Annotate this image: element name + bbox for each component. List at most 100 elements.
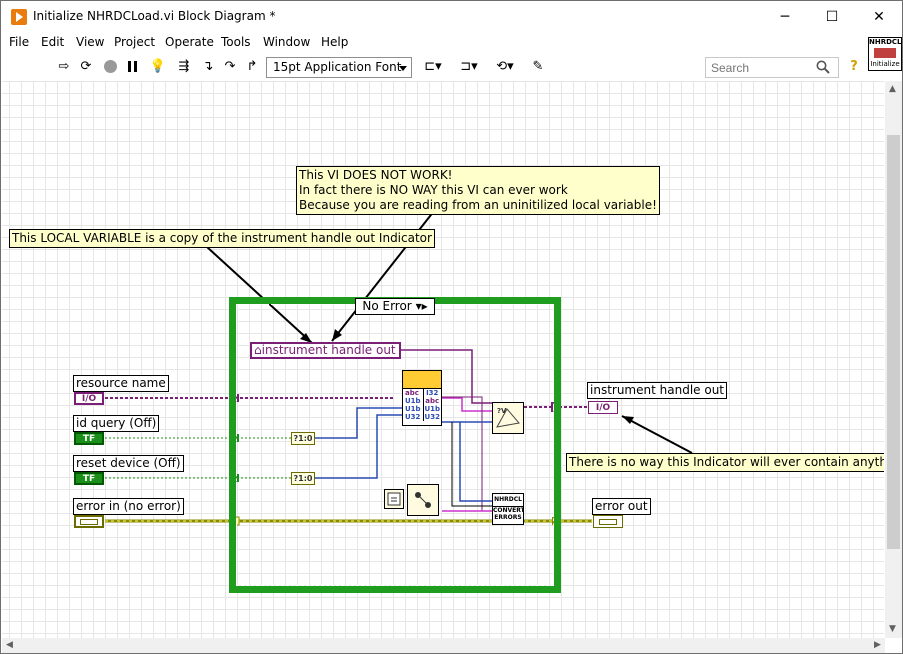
scroll-left-icon[interactable]: ◀: [6, 640, 13, 650]
run-arrow-icon[interactable]: ⇨: [55, 57, 73, 75]
pin-i32: I32: [426, 389, 439, 397]
cleanup-diagram-icon[interactable]: ✎: [527, 57, 549, 75]
init-subvi-node[interactable]: ?V: [492, 402, 524, 434]
id-query-control[interactable]: TF: [74, 432, 104, 445]
font-selector[interactable]: 15pt Application Font: [266, 57, 412, 78]
warning-note-line-3: Because you are reading from an uninitil…: [299, 198, 657, 212]
step-into-icon[interactable]: ↴: [199, 57, 217, 75]
reset-device-label: reset device (Off): [73, 455, 184, 472]
node-pins-right: I32 abc U1b U32: [422, 389, 442, 421]
menu-operate[interactable]: Operate: [165, 35, 214, 49]
search-input[interactable]: [711, 61, 811, 75]
pin-abc: abc: [405, 389, 419, 397]
labview-app-icon: [11, 9, 27, 25]
vi-icon-graphic: [874, 48, 896, 58]
cluster-icon: [80, 518, 98, 525]
scroll-right-icon[interactable]: ▶: [874, 640, 881, 650]
resource-name-label: resource name: [73, 375, 169, 392]
block-diagram-canvas[interactable]: No Error ▾▸ ⌂instrument handle out resou…: [2, 81, 884, 638]
highlight-execution-icon[interactable]: 💡: [149, 57, 167, 75]
title-bar: Initialize NHRDCLoad.vi Block Diagram * …: [1, 1, 902, 33]
node-pins-left: abc U1b U1b U32: [403, 389, 423, 421]
error-node-line-2: CONVERT: [493, 506, 524, 514]
error-in-label: error in (no error): [73, 498, 184, 515]
chevron-down-icon: [399, 66, 407, 71]
pin-u32-out: U32: [424, 413, 440, 421]
pin-u32: U32: [405, 413, 421, 421]
horizontal-scrollbar[interactable]: ◀ ▶: [2, 638, 885, 653]
window-title: Initialize NHRDCLoad.vi Block Diagram *: [33, 9, 276, 23]
run-continuously-icon[interactable]: ⟳: [77, 57, 95, 75]
pin-u1b-1: U1b: [405, 397, 421, 405]
maximize-button[interactable]: ☐: [809, 1, 855, 33]
warning-note-line-2: In fact there is NO WAY this VI can ever…: [299, 183, 568, 197]
select-node-1[interactable]: ?1:0: [291, 432, 315, 445]
search-box[interactable]: [705, 57, 839, 78]
close-button[interactable]: ✕: [856, 1, 902, 33]
convert-errors-node[interactable]: NHRDCL CONVERT ERRORS: [492, 493, 524, 525]
init-subvi-icon: ?V: [496, 407, 520, 428]
step-over-icon[interactable]: ↷: [221, 57, 239, 75]
pin-u1b-out: U1b: [424, 405, 441, 413]
resource-name-control[interactable]: I/O: [74, 392, 104, 405]
visa-icon: [403, 371, 441, 389]
property-icon: [415, 492, 431, 508]
align-objects-icon[interactable]: ⊏▾: [421, 57, 445, 75]
abort-icon[interactable]: [101, 57, 119, 75]
reorder-icon[interactable]: ⟲▾: [493, 57, 517, 75]
search-icon[interactable]: [816, 60, 830, 74]
menu-file[interactable]: File: [9, 35, 29, 49]
labview-window: Initialize NHRDCLoad.vi Block Diagram * …: [0, 0, 903, 654]
warning-note-line-1: This VI DOES NOT WORK!: [299, 168, 453, 182]
reference-node[interactable]: [384, 489, 404, 509]
select-node-2[interactable]: ?1:0: [291, 472, 315, 485]
error-out-indicator[interactable]: [593, 515, 623, 528]
menu-view[interactable]: View: [76, 35, 104, 49]
menu-bar: File Edit View Project Operate Tools Win…: [1, 33, 867, 53]
local-variable[interactable]: ⌂instrument handle out: [250, 342, 401, 359]
error-node-line-1: NHRDCL: [494, 496, 522, 503]
scroll-up-icon[interactable]: ▲: [889, 84, 896, 94]
menu-tools[interactable]: Tools: [221, 35, 251, 49]
scroll-down-icon[interactable]: ▼: [889, 624, 896, 634]
case-selector[interactable]: No Error ▾▸: [355, 298, 435, 315]
indicator-note[interactable]: There is no way this Indicator will ever…: [566, 453, 884, 472]
error-in-control[interactable]: [74, 515, 104, 528]
instrument-handle-out-label: instrument handle out: [587, 382, 727, 399]
reset-device-control[interactable]: TF: [74, 472, 104, 485]
error-out-label: error out: [592, 498, 651, 515]
step-out-icon[interactable]: ↱: [243, 57, 261, 75]
vi-icon-subtext: Initialize: [870, 60, 900, 68]
menu-project[interactable]: Project: [114, 35, 155, 49]
toolbar: ⇨ ⟳ 💡 ⇶ ↴ ↷ ↱ 15pt Application Font ⊏▾ ⊐…: [1, 53, 867, 81]
arrow-head-3: [622, 416, 634, 424]
case-selector-value: No Error: [362, 299, 412, 313]
property-node[interactable]: [407, 484, 439, 516]
warning-note[interactable]: This VI DOES NOT WORK! In fact there is …: [296, 166, 660, 215]
vertical-scrollbar[interactable]: ▲ ▼: [885, 81, 902, 638]
local-variable-label: instrument handle out: [261, 343, 396, 357]
id-query-label: id query (Off): [73, 415, 160, 432]
vi-icon-text: NHRDCL: [869, 38, 902, 46]
vertical-scroll-thumb[interactable]: [887, 135, 900, 549]
menu-edit[interactable]: Edit: [41, 35, 64, 49]
vi-connector-icon[interactable]: NHRDCL Initialize: [868, 37, 902, 71]
indicator-note-arrow: [621, 415, 693, 454]
pause-icon[interactable]: [123, 57, 141, 75]
menu-window[interactable]: Window: [263, 35, 310, 49]
instrument-handle-out-indicator[interactable]: I/O: [588, 401, 618, 414]
help-icon[interactable]: ?: [846, 57, 862, 75]
pin-abc-out: abc: [425, 397, 440, 405]
error-node-line-3: ERRORS: [494, 514, 522, 521]
pin-u1b-2: U1b: [405, 405, 421, 413]
distribute-objects-icon[interactable]: ⊐▾: [456, 57, 482, 75]
cluster-icon: [599, 518, 617, 525]
visa-open-node[interactable]: abc U1b U1b U32 I32 abc U1b U32: [402, 370, 442, 426]
local-variable-note[interactable]: This LOCAL VARIABLE is a copy of the ins…: [9, 229, 435, 248]
font-selector-value: 15pt Application Font: [273, 60, 402, 74]
menu-help[interactable]: Help: [321, 35, 348, 49]
document-icon: [387, 492, 401, 506]
retain-wire-values-icon[interactable]: ⇶: [175, 57, 193, 75]
minimize-button[interactable]: ─: [762, 1, 808, 33]
svg-text:?V: ?V: [497, 407, 507, 415]
